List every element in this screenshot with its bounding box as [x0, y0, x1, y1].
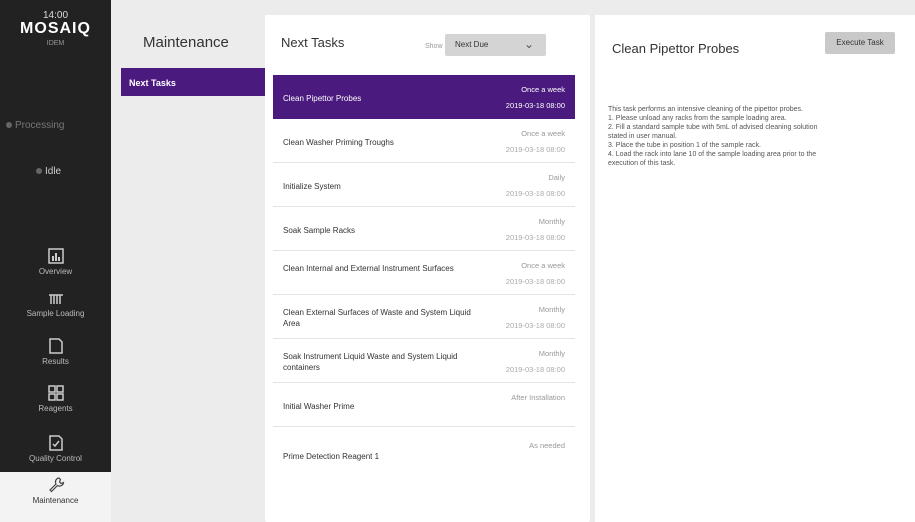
instruction-line: 1. Please unload any racks from the samp… — [608, 115, 787, 122]
task-due-date: 2019-03-18 08:00 — [505, 189, 565, 198]
instruction-line: 4. Load the rack into lane 10 of the sam… — [608, 151, 817, 158]
task-frequency: Monthly — [538, 349, 565, 358]
task-name: Initialize System — [283, 182, 341, 191]
instruction-line: 2. Fill a standard sample tube with 5mL … — [608, 124, 818, 131]
task-frequency: Daily — [548, 173, 565, 182]
chevron-down-icon: ⌄ — [523, 37, 534, 51]
task-row[interactable]: Initial Washer Prime After Installation — [273, 383, 575, 427]
nav-reagents[interactable]: Reagents — [0, 380, 111, 430]
left-nav-sidebar: 14:00 MOSAIQ IDEM Processing Idle Overvi… — [0, 0, 111, 522]
task-row[interactable]: Clean External Surfaces of Waste and Sys… — [273, 295, 575, 339]
idle-status: Idle — [36, 166, 61, 177]
instruction-line: 3. Place the tube in position 1 of the s… — [608, 142, 761, 149]
task-name: Soak Sample Racks — [283, 226, 356, 235]
sample-loading-icon — [48, 294, 63, 304]
app-logo-sub: IDEM — [46, 40, 65, 47]
nav-overview-label: Overview — [38, 267, 73, 276]
overview-icon — [47, 248, 64, 264]
task-due-date: 2019-03-18 08:00 — [505, 233, 565, 242]
task-frequency: After Installation — [511, 393, 565, 402]
task-frequency: Monthly — [538, 217, 565, 226]
show-label: Show — [425, 43, 443, 50]
nav-reagents-label: Reagents — [38, 404, 73, 413]
task-row[interactable]: Clean Internal and External Instrument S… — [273, 251, 575, 295]
detail-title: Clean Pipettor Probes — [612, 41, 740, 56]
processing-status-label: Processing — [15, 120, 65, 131]
wrench-icon — [48, 477, 64, 493]
nav-results[interactable]: Results — [0, 333, 111, 383]
task-detail-panel: Clean Pipettor Probes Execute Task This … — [595, 15, 915, 522]
sort-dropdown[interactable]: Next Due ⌄ — [445, 34, 546, 56]
nav-maintenance[interactable]: Maintenance — [0, 472, 111, 522]
maintenance-menu: Maintenance Next Tasks — [111, 0, 269, 522]
nav-maintenance-label: Maintenance — [32, 496, 79, 505]
task-name: Initial Washer Prime — [283, 402, 355, 411]
panel-title: Next Tasks — [281, 35, 345, 50]
task-name: Clean External Surfaces of Waste and Sys… — [283, 308, 471, 328]
task-name: Clean Washer Priming Troughs — [283, 138, 394, 147]
task-frequency: Once a week — [521, 261, 565, 270]
task-due-date: 2019-03-18 08:00 — [505, 365, 565, 374]
menu-item-next-tasks[interactable]: Next Tasks — [121, 68, 269, 96]
status-dot-icon — [36, 168, 42, 175]
task-frequency: As needed — [529, 441, 565, 450]
task-name: Clean Internal and External Instrument S… — [283, 264, 454, 273]
results-icon — [48, 338, 63, 354]
task-row[interactable]: Initialize System Daily 2019-03-18 08:00 — [273, 163, 575, 207]
instruction-line: stated in user manual. — [608, 133, 677, 140]
reagents-icon — [47, 385, 64, 401]
task-name: Prime Detection Reagent 1 — [283, 452, 380, 461]
task-row[interactable]: Clean Washer Priming Troughs Once a week… — [273, 119, 575, 163]
task-due-date: 2019-03-18 08:00 — [505, 101, 565, 110]
section-title: Maintenance — [143, 34, 229, 51]
nav-sample-loading[interactable]: Sample Loading — [0, 285, 111, 335]
task-frequency: Once a week — [521, 85, 565, 94]
task-frequency: Monthly — [538, 305, 565, 314]
nav-quality-control-label: Quality Control — [29, 454, 82, 463]
task-row[interactable]: Clean Pipettor Probes Once a week 2019-0… — [273, 75, 575, 119]
instruction-line: This task performs an intensive cleaning… — [608, 106, 803, 113]
task-instructions: This task performs an intensive cleaning… — [608, 105, 908, 168]
processing-status: Processing — [6, 120, 64, 131]
task-due-date: 2019-03-18 08:00 — [505, 145, 565, 154]
task-row[interactable]: Soak Instrument Liquid Waste and System … — [273, 339, 575, 383]
task-row[interactable]: Prime Detection Reagent 1 As needed — [273, 427, 575, 483]
task-due-date: 2019-03-18 08:00 — [505, 277, 565, 286]
idle-status-label: Idle — [45, 166, 62, 177]
app-logo: MOSAIQ — [20, 20, 91, 37]
sort-dropdown-value: Next Due — [455, 40, 489, 49]
task-due-date: 2019-03-18 08:00 — [505, 321, 565, 330]
task-name: Clean Pipettor Probes — [283, 94, 362, 103]
nav-results-label: Results — [42, 357, 69, 366]
task-frequency: Once a week — [521, 129, 565, 138]
task-name: Soak Instrument Liquid Waste and System … — [283, 352, 458, 372]
next-tasks-panel: Next Tasks Show Next Due ⌄ Clean Pipetto… — [265, 15, 590, 522]
task-list: Clean Pipettor Probes Once a week 2019-0… — [273, 75, 575, 483]
status-dot-icon — [6, 122, 12, 129]
task-row[interactable]: Soak Sample Racks Monthly 2019-03-18 08:… — [273, 207, 575, 251]
instruction-line: execution of this task. — [608, 160, 676, 167]
quality-control-icon — [48, 435, 63, 451]
execute-task-button[interactable]: Execute Task — [825, 32, 895, 54]
nav-sample-loading-label: Sample Loading — [26, 309, 85, 318]
